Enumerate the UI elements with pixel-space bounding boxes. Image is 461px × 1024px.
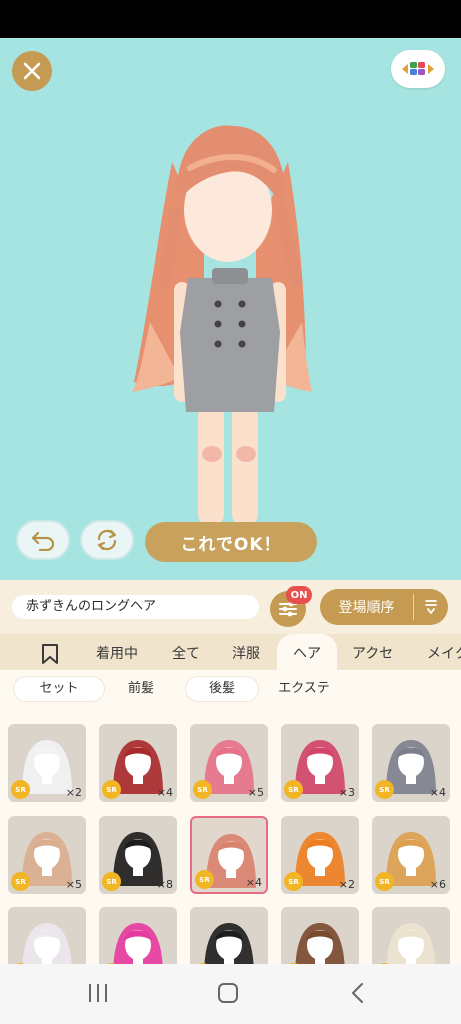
rarity-badge: SR	[375, 872, 394, 891]
bookmark-icon[interactable]	[40, 643, 60, 665]
avatar-stage: これでOK！	[0, 38, 461, 580]
item-count: ×4	[245, 876, 262, 889]
sort-order-icon[interactable]	[414, 598, 448, 616]
item-grid: SR ×2 SR ×4 SR ×5 SR ×3 SR ×4 SR ×5 SR ×8 SR ×4 SR ×2 SR ×6…	[0, 708, 461, 964]
item-count: ×4	[156, 786, 173, 799]
item-count: ×8	[156, 878, 173, 891]
rarity-badge: SR	[195, 870, 214, 889]
recents-button[interactable]	[86, 982, 110, 1004]
rarity-badge: SR	[375, 780, 394, 799]
palette-icon	[402, 62, 434, 75]
hair-thumbnail	[295, 923, 345, 964]
item-count: ×5	[65, 878, 82, 891]
item-count: ×4	[429, 786, 446, 799]
status-bar	[0, 0, 461, 38]
item-name-row: 赤ずきんのロングヘア ON 登場順序	[0, 580, 461, 634]
hair-item-tile[interactable]: SR	[190, 907, 268, 964]
rarity-badge: SR	[193, 780, 212, 799]
hair-item-tile[interactable]: SR	[372, 907, 450, 964]
tab-makeup[interactable]: メイク	[427, 634, 461, 670]
rotate-button[interactable]	[80, 520, 134, 560]
subtab-back-hair[interactable]: 後髪	[186, 677, 258, 701]
rarity-badge: SR	[11, 872, 30, 891]
hair-item-tile[interactable]: SR ×4	[372, 724, 450, 802]
rarity-badge: SR	[11, 780, 30, 799]
hair-thumbnail	[386, 923, 436, 964]
hair-item-tile[interactable]: SR	[281, 907, 359, 964]
back-icon	[352, 983, 363, 1003]
undo-button[interactable]	[16, 520, 70, 560]
rarity-badge: SR	[284, 872, 303, 891]
home-button[interactable]	[216, 982, 240, 1004]
hair-thumbnail	[113, 923, 163, 964]
hair-thumbnail	[22, 923, 72, 964]
hair-item-tile[interactable]: SR ×8	[99, 816, 177, 894]
character-avatar	[132, 125, 312, 553]
item-name-field: 赤ずきんのロングヘア	[12, 595, 259, 619]
close-icon	[23, 62, 41, 80]
tab-accessory[interactable]: アクセ	[352, 634, 393, 670]
hair-subtabs: セット 前髪 後髪 エクステ	[0, 670, 461, 708]
hair-item-tile[interactable]: SR ×2	[281, 816, 359, 894]
sort-order-button[interactable]: 登場順序	[320, 589, 448, 625]
rotate-icon	[97, 529, 117, 551]
item-count: ×2	[65, 786, 82, 799]
subtab-bangs[interactable]: 前髪	[112, 677, 170, 701]
hair-item-tile[interactable]: SR ×6	[372, 816, 450, 894]
hair-item-tile[interactable]: SR ×5	[190, 724, 268, 802]
rarity-badge: SR	[284, 780, 303, 799]
hair-item-tile[interactable]: SR ×5	[8, 816, 86, 894]
rarity-badge: SR	[102, 872, 121, 891]
palette-button[interactable]	[391, 50, 445, 88]
tab-all[interactable]: 全て	[172, 634, 200, 670]
rarity-badge: SR	[102, 780, 121, 799]
hair-item-tile[interactable]: SR ×2	[8, 724, 86, 802]
hair-item-tile[interactable]: SR ×3	[281, 724, 359, 802]
tab-hair[interactable]: ヘア	[277, 634, 337, 670]
subtab-set[interactable]: セット	[14, 677, 104, 701]
system-nav-bar	[0, 964, 461, 1024]
item-count: ×3	[338, 786, 355, 799]
hair-item-tile[interactable]: SR ×4	[190, 816, 268, 894]
confirm-ok-button[interactable]: これでOK！	[145, 522, 317, 562]
category-tabs: 着用中 全て 洋服 ヘア アクセ メイク	[0, 634, 461, 670]
tab-wearing[interactable]: 着用中	[96, 634, 138, 670]
item-count: ×5	[247, 786, 264, 799]
hair-item-tile[interactable]: SR	[8, 907, 86, 964]
back-button[interactable]	[346, 982, 370, 1004]
item-count: ×2	[338, 878, 355, 891]
home-icon	[218, 983, 238, 1003]
recents-icon	[89, 984, 107, 1002]
sort-label: 登場順序	[338, 600, 395, 616]
filter-on-badge: ON	[286, 586, 312, 604]
hair-item-tile[interactable]: SR	[99, 907, 177, 964]
undo-icon	[31, 531, 55, 551]
item-count: ×6	[429, 878, 446, 891]
subtab-extensions[interactable]: エクステ	[266, 677, 342, 701]
close-button[interactable]	[12, 51, 52, 91]
hair-item-tile[interactable]: SR ×4	[99, 724, 177, 802]
hair-thumbnail	[204, 923, 254, 964]
tab-clothes[interactable]: 洋服	[232, 634, 260, 670]
